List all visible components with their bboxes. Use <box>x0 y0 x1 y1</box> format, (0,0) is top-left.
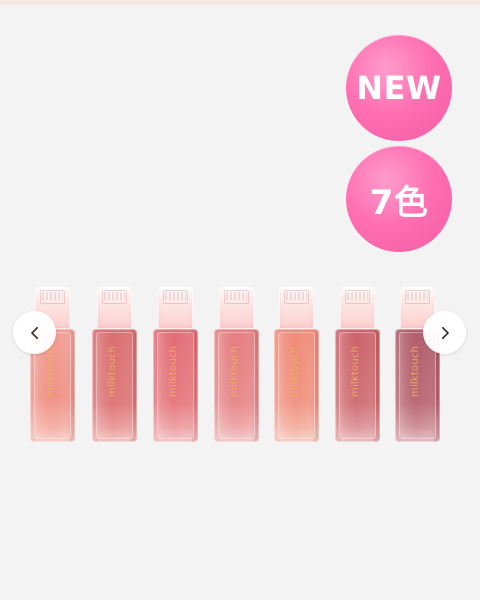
product-cap <box>340 287 375 329</box>
brand-label: milktouch <box>350 345 361 397</box>
previous-image-button[interactable] <box>13 311 56 354</box>
color-count-badge: 7色 <box>346 146 452 252</box>
product-cap <box>219 287 254 329</box>
product-tube: milktouch <box>214 329 259 442</box>
product-tube: milktouch <box>274 329 319 442</box>
product-image-page: NEW 7色 milktouch milktouch milktouch mil… <box>0 0 480 600</box>
product-cap <box>158 287 193 329</box>
lip-tint-product: milktouch <box>395 287 440 442</box>
next-image-button[interactable] <box>423 311 466 354</box>
lip-tint-product: milktouch <box>335 287 380 442</box>
chevron-right-icon <box>436 319 454 347</box>
brand-label: milktouch <box>410 345 421 397</box>
product-cap <box>97 287 132 329</box>
product-tube: milktouch <box>153 329 198 442</box>
product-tube: milktouch <box>335 329 380 442</box>
brand-label: milktouch <box>107 345 118 397</box>
product-tube: milktouch <box>92 329 137 442</box>
brand-label: milktouch <box>229 345 240 397</box>
brand-label: milktouch <box>168 345 179 397</box>
lip-tint-product: milktouch <box>92 287 137 442</box>
lip-tint-product: milktouch <box>153 287 198 442</box>
lip-tint-product: milktouch <box>274 287 319 442</box>
chevron-left-icon <box>26 319 44 347</box>
lip-tint-lineup: milktouch milktouch milktouch milktouch <box>30 287 450 447</box>
new-badge: NEW <box>346 35 452 141</box>
brand-label: milktouch <box>289 345 300 397</box>
product-cap <box>279 287 314 329</box>
product-carousel-image: NEW 7色 milktouch milktouch milktouch mil… <box>0 5 480 600</box>
lip-tint-product: milktouch <box>214 287 259 442</box>
